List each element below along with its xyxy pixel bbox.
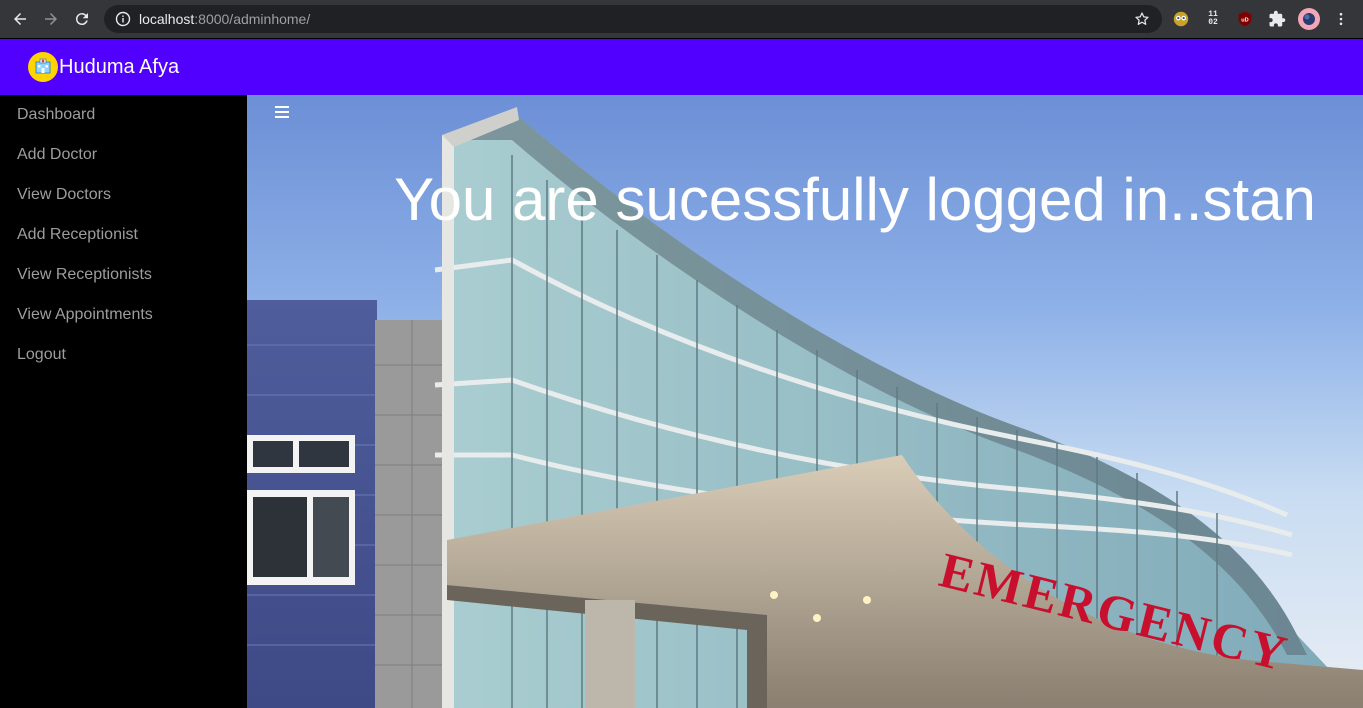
- sidebar-item-view-appointments[interactable]: View Appointments: [0, 303, 247, 343]
- extensions-puzzle-icon[interactable]: [1267, 9, 1287, 29]
- brand-title[interactable]: Huduma Afya: [59, 56, 179, 79]
- menu-toggle-icon[interactable]: [275, 106, 289, 120]
- extension-ublock-icon[interactable]: uD: [1235, 9, 1255, 29]
- sidebar-item-dashboard[interactable]: Dashboard: [0, 103, 247, 143]
- browser-menu-icon[interactable]: [1331, 9, 1351, 29]
- address-bar[interactable]: localhost:8000/adminhome/: [104, 5, 1162, 33]
- reload-button[interactable]: [70, 7, 94, 31]
- url-text: localhost:8000/adminhome/: [139, 11, 311, 27]
- hospital-logo-icon[interactable]: [28, 52, 58, 82]
- site-info-icon[interactable]: [115, 11, 131, 27]
- forward-arrow-icon: [45, 13, 57, 25]
- back-button[interactable]: [8, 7, 32, 31]
- extension-clock-icon[interactable]: 11 02: [1203, 9, 1223, 29]
- svg-text:uD: uD: [1241, 17, 1248, 23]
- sidebar: Dashboard Add Doctor View Doctors Add Re…: [0, 95, 247, 708]
- sidebar-item-view-doctors[interactable]: View Doctors: [0, 183, 247, 223]
- profile-avatar[interactable]: [1298, 8, 1320, 30]
- sidebar-item-add-doctor[interactable]: Add Doctor: [0, 143, 247, 183]
- bookmark-star-icon[interactable]: [1134, 11, 1150, 27]
- main-content: EMERGENCY You are sucessfully logged in.…: [247, 95, 1363, 708]
- welcome-message: You are sucessfully logged in..stan: [394, 166, 1316, 233]
- app-header: Huduma Afya: [0, 39, 1363, 95]
- sidebar-item-logout[interactable]: Logout: [0, 343, 247, 383]
- sidebar-item-add-receptionist[interactable]: Add Receptionist: [0, 223, 247, 263]
- reload-icon: [75, 13, 88, 26]
- sidebar-item-view-receptionists[interactable]: View Receptionists: [0, 263, 247, 303]
- back-arrow-icon: [14, 13, 26, 25]
- forward-button[interactable]: [39, 7, 63, 31]
- extension-eyes-icon[interactable]: [1171, 9, 1191, 29]
- browser-toolbar: localhost:8000/adminhome/ 11 02 uD: [0, 0, 1363, 38]
